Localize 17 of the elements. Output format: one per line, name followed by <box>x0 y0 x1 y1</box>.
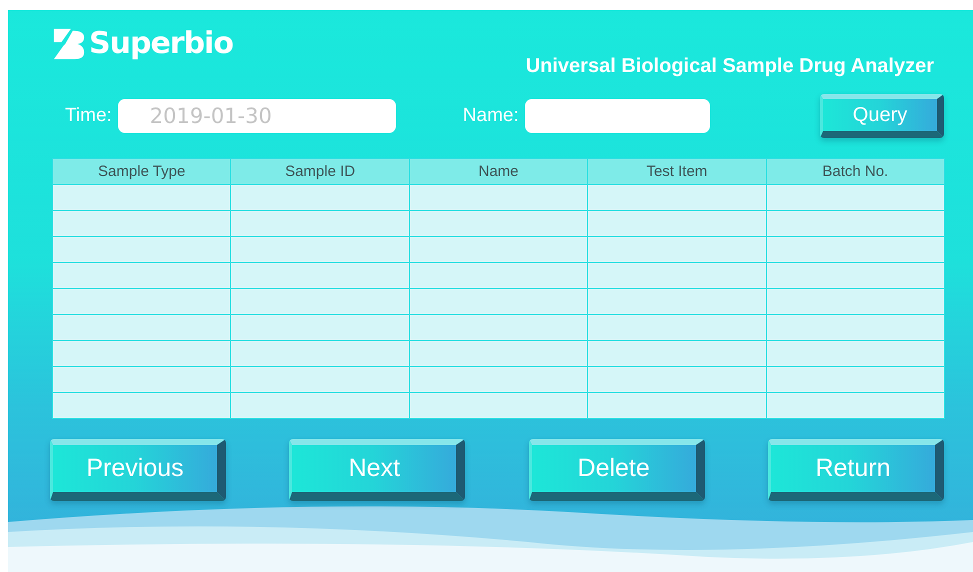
action-button[interactable]: Return <box>768 439 944 501</box>
action-button[interactable]: Delete <box>528 439 705 501</box>
logo-icon <box>52 26 86 60</box>
column-header: Sample ID <box>231 159 410 185</box>
logo-text: Superbio <box>89 26 233 61</box>
column-header: Test Item <box>588 159 767 185</box>
input-field[interactable]: 2019-01-30 <box>118 99 396 133</box>
column-header: Sample Type <box>53 159 232 185</box>
field-label: Name: <box>462 105 519 127</box>
query-button[interactable]: Query <box>820 94 944 138</box>
app-title: Universal Biological Sample Drug Analyzer <box>526 55 934 78</box>
field-label: Time: <box>65 105 112 127</box>
action-button[interactable]: Previous <box>50 439 226 501</box>
column-header: Name <box>410 159 588 185</box>
action-button[interactable]: Next <box>289 439 466 501</box>
input-field[interactable] <box>524 99 710 133</box>
column-header: Batch No. <box>766 159 945 185</box>
